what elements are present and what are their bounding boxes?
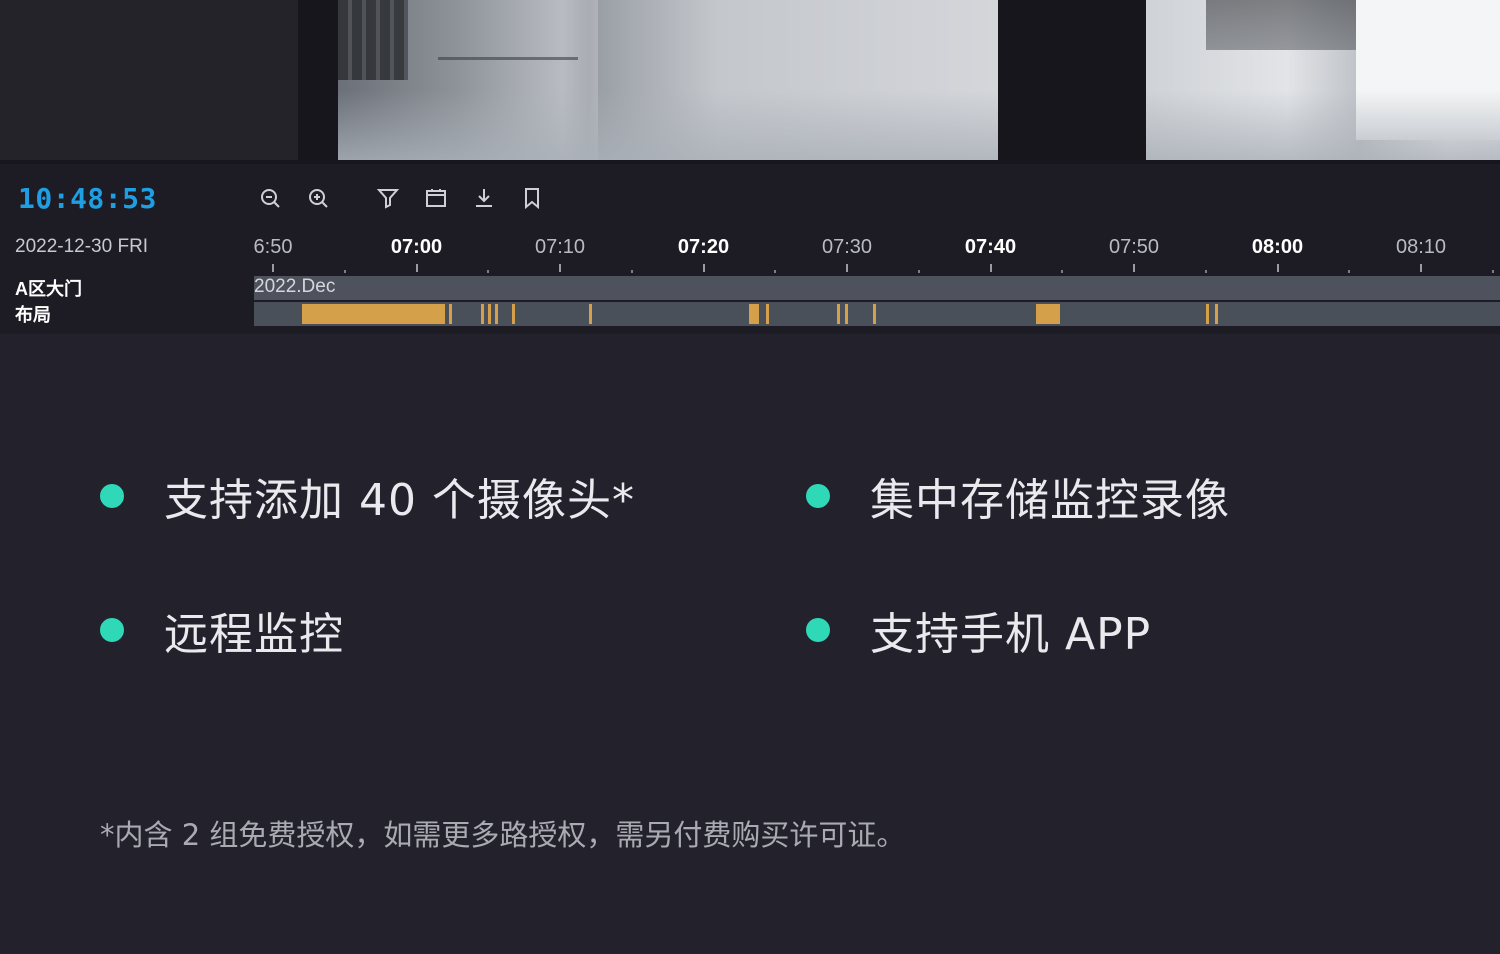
channel-labels: A区大门 布局 bbox=[15, 276, 82, 328]
tick-mark-minor bbox=[1061, 270, 1064, 273]
feature-item: 集中存储监控录像 bbox=[806, 466, 1230, 526]
timeline-date: 2022-12-30 FRI bbox=[15, 236, 149, 257]
tick-mark-minor bbox=[917, 270, 920, 273]
tick-mark bbox=[702, 264, 705, 272]
zoom-in-icon[interactable] bbox=[304, 184, 332, 212]
tick-mark-minor bbox=[487, 270, 490, 273]
tick-mark-minor bbox=[1348, 270, 1351, 273]
tick-mark bbox=[1276, 264, 1279, 272]
camera-slot-empty[interactable] bbox=[0, 0, 298, 160]
tick-mark bbox=[415, 264, 418, 272]
tick-mark-minor bbox=[630, 270, 633, 273]
camera-image-desk bbox=[438, 0, 578, 60]
bookmark-icon[interactable] bbox=[518, 184, 546, 212]
tick-label: 07:40 bbox=[964, 236, 1017, 258]
recording-segment[interactable] bbox=[495, 304, 499, 324]
zoom-out-icon[interactable] bbox=[256, 184, 284, 212]
bullet-icon bbox=[100, 484, 124, 508]
tick-mark bbox=[846, 264, 848, 272]
time-ruler[interactable]: 6:50 07:00 07:10 07:20 07:30 07:40 07:50 08:00 0… bbox=[254, 234, 1500, 276]
recording-segment[interactable] bbox=[748, 304, 759, 324]
tick-mark-minor bbox=[1204, 270, 1207, 273]
bullet-icon bbox=[806, 484, 830, 508]
recording-segment[interactable] bbox=[301, 304, 446, 324]
tick-mark-minor bbox=[343, 270, 346, 273]
bullet-icon bbox=[100, 618, 124, 642]
tick-label: 07:50 bbox=[1108, 236, 1160, 258]
recording-segment[interactable] bbox=[488, 304, 492, 324]
month-track: 2022.Dec bbox=[254, 276, 1500, 300]
license-footnote: *内含 2 组免费授权，如需更多路授权，需另付费购买许可证。 bbox=[100, 818, 906, 852]
playback-timeline: 10:48:53 2022-12-30 FRI 6:50 07:00 07:10 07… bbox=[0, 164, 1500, 334]
tick-mark-minor bbox=[1491, 270, 1494, 273]
recording-tracks[interactable]: 2022.Dec bbox=[254, 276, 1500, 326]
feature-item: 远程监控 bbox=[100, 600, 344, 660]
tick-mark bbox=[559, 264, 561, 272]
tick-label: 08:10 bbox=[1395, 236, 1447, 258]
month-label: 2022.Dec bbox=[254, 276, 336, 297]
recording-segment[interactable] bbox=[588, 304, 592, 324]
recording-segment[interactable] bbox=[844, 304, 848, 324]
feature-text: 支持手机 APP bbox=[870, 609, 1152, 660]
tick-label: 07:10 bbox=[534, 236, 586, 258]
recording-segment[interactable] bbox=[448, 304, 453, 324]
camera-view-2[interactable] bbox=[1146, 0, 1500, 160]
tick-mark-minor bbox=[774, 270, 777, 273]
video-preview-strip bbox=[0, 0, 1500, 164]
tick-mark bbox=[1420, 264, 1422, 272]
recording-segment[interactable] bbox=[873, 304, 877, 324]
camera-image-floor bbox=[1146, 90, 1500, 160]
feature-item: 支持添加 40 个摄像头* bbox=[100, 466, 635, 526]
recording-segment[interactable] bbox=[481, 304, 485, 324]
channel-name[interactable]: 布局 bbox=[15, 302, 82, 328]
camera-image-desk bbox=[1206, 0, 1366, 50]
tick-mark bbox=[272, 264, 274, 272]
feature-text: 支持添加 40 个摄像头* bbox=[164, 475, 635, 526]
tick-mark bbox=[1133, 264, 1135, 272]
feature-item: 支持手机 APP bbox=[806, 600, 1151, 660]
feature-text: 远程监控 bbox=[164, 609, 344, 660]
channel-name[interactable]: A区大门 bbox=[15, 276, 82, 302]
recording-track[interactable] bbox=[254, 302, 1500, 326]
camera-view-1[interactable] bbox=[338, 0, 998, 160]
bullet-icon bbox=[806, 618, 830, 642]
tick-label: 08:00 bbox=[1251, 236, 1304, 258]
recording-segment[interactable] bbox=[765, 304, 769, 324]
recording-segment[interactable] bbox=[1035, 304, 1060, 324]
recording-segment[interactable] bbox=[837, 304, 841, 324]
feature-text: 集中存储监控录像 bbox=[870, 475, 1230, 526]
recording-segment[interactable] bbox=[1215, 304, 1219, 324]
tick-label: 07:20 bbox=[677, 236, 730, 258]
camera-image-floor bbox=[338, 90, 998, 160]
camera-image-shelf bbox=[338, 0, 408, 80]
recording-segment[interactable] bbox=[1205, 304, 1209, 324]
tick-label: 6:50 bbox=[253, 236, 293, 258]
current-time: 10:48:53 bbox=[18, 182, 157, 215]
filter-icon[interactable] bbox=[374, 184, 402, 212]
download-icon[interactable] bbox=[470, 184, 498, 212]
tick-label: 07:00 bbox=[390, 236, 443, 258]
tick-mark bbox=[989, 264, 992, 272]
recording-segment[interactable] bbox=[512, 304, 516, 324]
tick-label: 07:30 bbox=[821, 236, 873, 258]
calendar-icon[interactable] bbox=[422, 184, 450, 212]
